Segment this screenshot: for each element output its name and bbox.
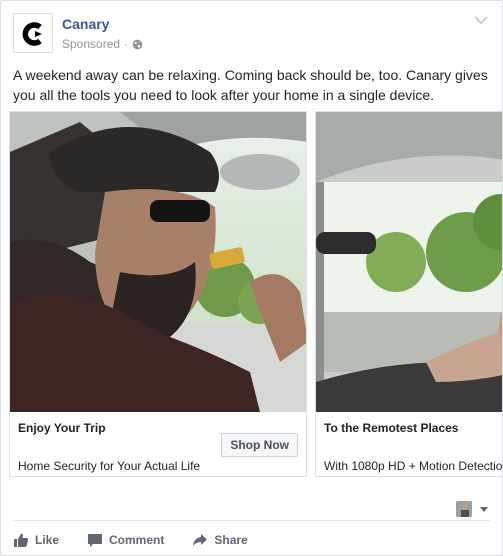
share-arrow-icon (193, 534, 208, 546)
ad-carousel[interactable]: Enjoy Your Trip Home Security for Your A… (9, 111, 503, 479)
like-button[interactable]: Like (13, 532, 59, 548)
globe-icon[interactable] (132, 39, 143, 50)
carousel-card[interactable]: To the Remotest Places With 1080p HD + M… (315, 111, 503, 477)
card-headline[interactable]: Enjoy Your Trip (18, 421, 106, 435)
meta-separator: · (124, 37, 129, 51)
chevron-down-icon[interactable] (474, 15, 488, 25)
sponsored-post: Canary Sponsored · A weekend away can be… (0, 0, 503, 556)
canary-logo-icon (22, 22, 42, 46)
carousel-card[interactable]: Enjoy Your Trip Home Security for Your A… (9, 111, 307, 477)
page-avatar[interactable] (13, 13, 53, 53)
post-body-text: A weekend away can be relaxing. Coming b… (13, 67, 488, 103)
viewer-avatar[interactable] (456, 501, 472, 517)
card-headline[interactable]: To the Remotest Places (324, 421, 458, 435)
post-header: Canary Sponsored · (13, 13, 490, 55)
comment-icon (88, 534, 103, 547)
shop-now-button[interactable]: Shop Now (221, 433, 298, 457)
card-description: With 1080p HD + Motion Detection (324, 459, 503, 473)
page-name-link[interactable]: Canary (62, 16, 109, 32)
card-image-driver[interactable] (10, 112, 306, 412)
caret-down-icon[interactable] (480, 507, 488, 512)
like-label: Like (35, 533, 60, 547)
comment-button[interactable]: Comment (87, 532, 164, 548)
post-meta: Sponsored · (62, 37, 143, 51)
thumbs-up-icon (14, 533, 29, 547)
post-actions: Like Comment Share (13, 527, 490, 553)
card-image-dashboard[interactable] (316, 112, 502, 412)
sponsored-label[interactable]: Sponsored (62, 37, 120, 51)
share-button[interactable]: Share (192, 532, 248, 548)
share-label: Share (214, 533, 248, 547)
reactions-row (13, 487, 490, 521)
card-description: Home Security for Your Actual Life (18, 459, 201, 473)
comment-label: Comment (109, 533, 165, 547)
